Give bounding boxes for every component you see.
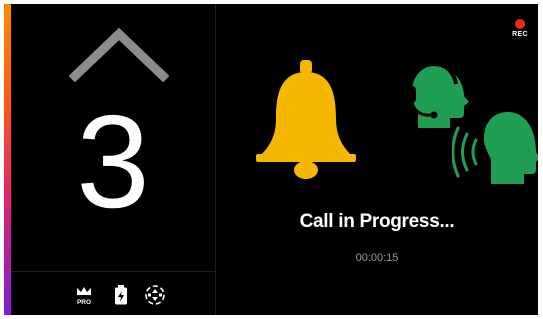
- speaking-person-icon: [452, 112, 538, 184]
- recording-label: REC: [512, 31, 528, 38]
- call-panel: REC Call in Progress... 00:00:15: [216, 4, 538, 315]
- elevator-display: 3 PRO REC Call in Progress... 00:00:15: [4, 4, 538, 315]
- alarm-bell-icon: [256, 60, 356, 179]
- chevron-up-icon[interactable]: [69, 24, 169, 82]
- elevator-icon: [145, 285, 165, 305]
- pro-crown-icon: PRO: [77, 287, 91, 306]
- floor-number: 3: [76, 88, 150, 235]
- call-timer: 00:00:15: [355, 252, 399, 264]
- recording-indicator: REC: [508, 19, 532, 38]
- status-bar: PRO: [11, 271, 215, 315]
- record-dot-icon: [515, 19, 525, 29]
- battery-icon: [115, 285, 127, 305]
- floor-panel: 3 PRO: [11, 4, 216, 315]
- accent-bar: [4, 4, 11, 315]
- call-status: Call in Progress...: [299, 211, 455, 232]
- pro-label: PRO: [77, 299, 91, 306]
